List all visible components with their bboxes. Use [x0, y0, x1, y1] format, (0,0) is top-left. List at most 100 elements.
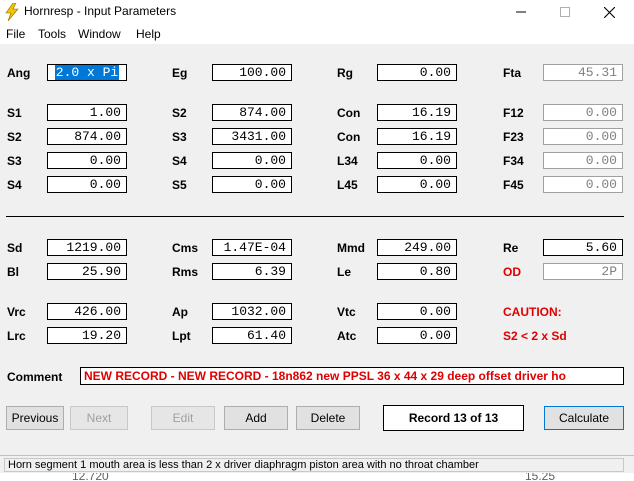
comment-field[interactable]: NEW RECORD - NEW RECORD - 18n862 new PPS… — [80, 367, 624, 385]
minimize-button[interactable] — [498, 0, 544, 24]
section-divider — [6, 216, 624, 217]
menu-file[interactable]: File — [6, 27, 25, 41]
status-bar: Horn segment 1 mouth area is less than 2… — [0, 455, 634, 474]
label-s1: S1 — [7, 106, 22, 120]
lrc-field[interactable]: 19.20 — [47, 327, 127, 344]
label-f23: F23 — [503, 130, 524, 144]
menu-tools[interactable]: Tools — [38, 27, 66, 41]
label-lpt: Lpt — [172, 329, 191, 343]
previous-button[interactable]: Previous — [6, 406, 64, 430]
label-s2-seg2: S2 — [172, 106, 187, 120]
label-vrc: Vrc — [7, 305, 26, 319]
minimize-icon — [516, 11, 526, 13]
mmd-field[interactable]: 249.00 — [377, 239, 457, 256]
ang-value: 2.0 x Pi — [54, 65, 120, 80]
ang-field[interactable]: 2.0 x Pi — [47, 64, 127, 81]
label-f12: F12 — [503, 106, 524, 120]
le-field[interactable]: 0.80 — [377, 263, 457, 280]
f23-field: 0.00 — [543, 128, 623, 145]
s5-field[interactable]: 0.00 — [212, 176, 292, 193]
con-1-field[interactable]: 16.19 — [377, 104, 457, 121]
l45-field[interactable]: 0.00 — [377, 176, 457, 193]
bl-field[interactable]: 25.90 — [47, 263, 127, 280]
vtc-field[interactable]: 0.00 — [377, 303, 457, 320]
record-indicator: Record 13 of 13 — [383, 405, 524, 431]
lpt-field[interactable]: 61.40 — [212, 327, 292, 344]
edit-button[interactable]: Edit — [151, 406, 215, 430]
s4-seg2-field[interactable]: 0.00 — [212, 152, 292, 169]
label-s2: S2 — [7, 130, 22, 144]
close-button[interactable] — [586, 0, 632, 24]
eg-field[interactable]: 100.00 — [212, 64, 292, 81]
label-lrc: Lrc — [7, 329, 26, 343]
delete-button[interactable]: Delete — [296, 406, 360, 430]
label-s3: S3 — [7, 154, 22, 168]
label-eg: Eg — [172, 66, 188, 80]
label-rg: Rg — [337, 66, 353, 80]
window-title: Hornresp - Input Parameters — [24, 4, 177, 18]
maximize-button[interactable] — [542, 0, 588, 24]
label-ang: Ang — [7, 66, 31, 80]
f45-field: 0.00 — [543, 176, 623, 193]
label-s3-seg2: S3 — [172, 130, 187, 144]
calculate-button[interactable]: Calculate — [544, 406, 624, 430]
label-s4-seg2: S4 — [172, 154, 187, 168]
rg-field[interactable]: 0.00 — [377, 64, 457, 81]
label-mmd: Mmd — [337, 241, 365, 255]
label-f34: F34 — [503, 154, 524, 168]
s4-field[interactable]: 0.00 — [47, 176, 127, 193]
s3-field[interactable]: 0.00 — [47, 152, 127, 169]
close-icon — [603, 6, 615, 18]
label-vtc: Vtc — [337, 305, 356, 319]
s2-seg2-field[interactable]: 874.00 — [212, 104, 292, 121]
s3-seg2-field[interactable]: 3431.00 — [212, 128, 292, 145]
background-window: 12.720 15.25 — [0, 473, 634, 481]
menu-bar: File Tools Window Help — [0, 24, 634, 44]
label-le: Le — [337, 265, 352, 279]
f34-field: 0.00 — [543, 152, 623, 169]
f12-field: 0.00 — [543, 104, 623, 121]
label-s4: S4 — [7, 178, 22, 192]
maximize-icon — [560, 7, 570, 17]
label-ap: Ap — [172, 305, 188, 319]
title-bar: Hornresp - Input Parameters — [0, 0, 634, 24]
label-s5: S5 — [172, 178, 187, 192]
label-l45: L45 — [337, 178, 358, 192]
fta-field: 45.31 — [543, 64, 623, 81]
s1-field[interactable]: 1.00 — [47, 104, 127, 121]
s2-field[interactable]: 874.00 — [47, 128, 127, 145]
sd-field[interactable]: 1219.00 — [47, 239, 127, 256]
menu-help[interactable]: Help — [136, 27, 161, 41]
label-con-2: Con — [337, 130, 361, 144]
vrc-field[interactable]: 426.00 — [47, 303, 127, 320]
menu-window[interactable]: Window — [78, 27, 121, 41]
label-cms: Cms — [172, 241, 199, 255]
label-con-1: Con — [337, 106, 361, 120]
caution-title: CAUTION: — [503, 305, 562, 319]
label-od: OD — [503, 265, 521, 279]
label-re: Re — [503, 241, 519, 255]
background-right-value: 15.25 — [525, 473, 556, 481]
label-f45: F45 — [503, 178, 524, 192]
caution-text: S2 < 2 x Sd — [503, 329, 567, 343]
label-sd: Sd — [7, 241, 23, 255]
background-left-value: 12.720 — [72, 473, 109, 481]
re-field[interactable]: 5.60 — [543, 239, 623, 256]
ap-field[interactable]: 1032.00 — [212, 303, 292, 320]
cms-field[interactable]: 1.47E-04 — [212, 239, 292, 256]
label-rms: Rms — [172, 265, 199, 279]
label-comment: Comment — [7, 370, 63, 384]
label-fta: Fta — [503, 66, 521, 80]
label-l34: L34 — [337, 154, 358, 168]
con-2-field[interactable]: 16.19 — [377, 128, 457, 145]
next-button[interactable]: Next — [70, 406, 128, 430]
l34-field[interactable]: 0.00 — [377, 152, 457, 169]
atc-field[interactable]: 0.00 — [377, 327, 457, 344]
rms-field[interactable]: 6.39 — [212, 263, 292, 280]
add-button[interactable]: Add — [224, 406, 288, 430]
input-parameters-panel: Ang 2.0 x Pi Eg 100.00 Rg 0.00 Fta 45.31… — [0, 44, 634, 455]
lightning-icon — [5, 3, 19, 21]
label-bl: Bl — [7, 265, 19, 279]
label-atc: Atc — [337, 329, 357, 343]
od-field: 2P — [543, 263, 623, 280]
